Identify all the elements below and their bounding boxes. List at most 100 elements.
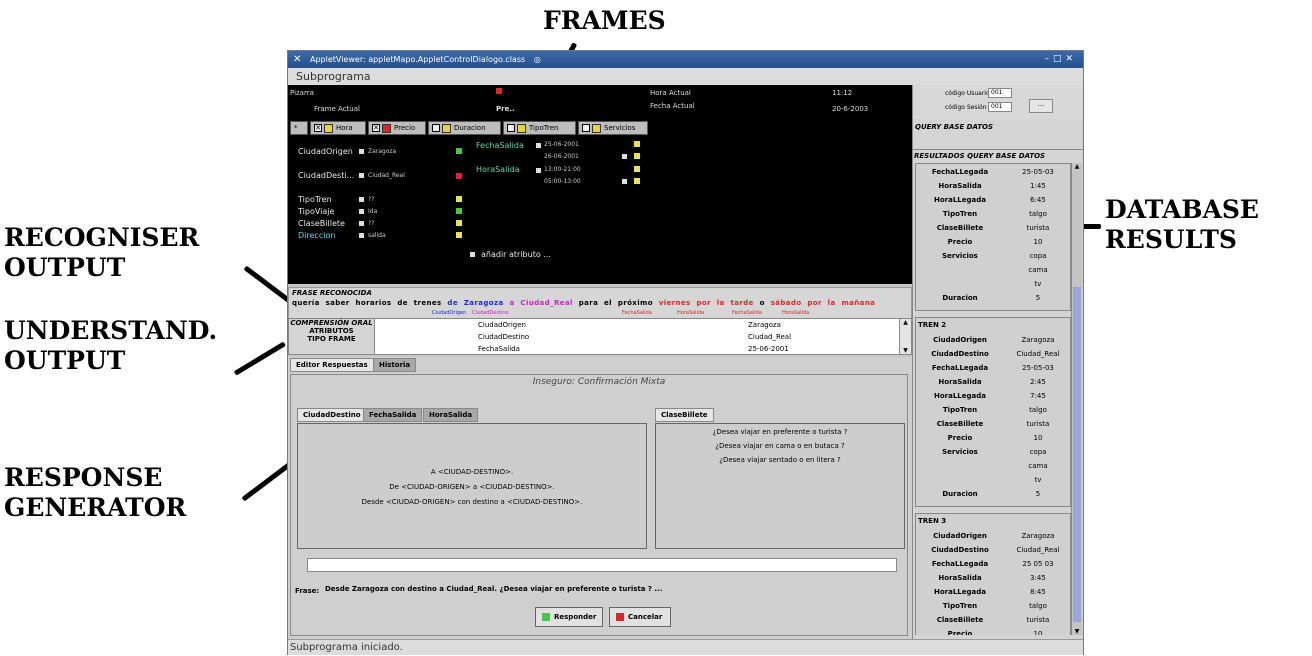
slot-value: Ida bbox=[368, 208, 378, 215]
frame-slots-panel: CiudadOrigen Zaragoza CiudadDesti... Ciu… bbox=[288, 135, 912, 284]
results-scrollbar[interactable]: ▲ ▼ bbox=[1071, 163, 1082, 635]
slot-value: salida bbox=[368, 232, 386, 239]
frame-tab-precio[interactable]: ✕ Precio bbox=[368, 121, 426, 135]
attributes-table: CiudadOrigen Zaragoza CiudadDestino Ciud… bbox=[378, 320, 898, 353]
recognised-tag: CiudadDestino bbox=[472, 310, 509, 316]
frame-tab-tipotren[interactable]: TipoTren bbox=[503, 121, 576, 135]
pizarra-label: Pizarra bbox=[290, 89, 314, 97]
more-button[interactable]: ... bbox=[1029, 99, 1053, 113]
understanding-scrollbar[interactable]: ▲ ▼ bbox=[899, 319, 911, 354]
checkbox-icon[interactable] bbox=[432, 124, 440, 132]
result-value: cama bbox=[1028, 462, 1048, 470]
slot-value: Ciudad_Real bbox=[368, 172, 405, 179]
tab-historia[interactable]: Historia bbox=[373, 358, 417, 372]
frame-actual-value: Pre.. bbox=[496, 105, 515, 113]
template-line[interactable]: A <CIUDAD-DESTINO>. bbox=[298, 468, 646, 476]
user-code-label: código Usuario bbox=[945, 90, 990, 97]
slot-fechasalida-value-2: 26-06-2001 bbox=[544, 153, 579, 160]
frase-value: Desde Zaragoza con destino a Ciudad_Real… bbox=[325, 585, 663, 593]
result-value: 25-05-03 bbox=[1022, 168, 1054, 176]
menu-bar[interactable]: Subprograma bbox=[288, 68, 1083, 85]
result-row: cama bbox=[916, 462, 1071, 476]
cancelar-button[interactable]: Cancelar bbox=[609, 607, 671, 627]
scroll-thumb[interactable] bbox=[1073, 287, 1081, 622]
frame-color-icon bbox=[442, 123, 451, 133]
slot-status-indicator bbox=[634, 166, 640, 172]
frame-type-label: TIPO FRAME bbox=[307, 335, 356, 343]
response-editor: Inseguro: Confirmación Mixta CiudadDesti… bbox=[290, 374, 908, 636]
result-row: HoraSalida 2:45 bbox=[916, 378, 1071, 392]
window-controls[interactable]: –□✕ bbox=[1044, 51, 1077, 68]
template-line[interactable]: ¿Desea viajar en cama o en butaca ? bbox=[656, 442, 904, 450]
result-key: ClaseBillete bbox=[936, 224, 984, 232]
tab-fechasalida[interactable]: FechaSalida bbox=[363, 408, 423, 422]
slot-status-indicator bbox=[456, 196, 462, 202]
recognised-tag: HoraSalida bbox=[677, 310, 705, 316]
checkbox-icon[interactable]: ✕ bbox=[372, 124, 380, 132]
table-cell: CiudadDestino bbox=[478, 333, 530, 341]
result-key: CiudadOrigen bbox=[933, 532, 987, 540]
result-key: Precio bbox=[947, 630, 973, 635]
result-value: copa bbox=[1029, 252, 1047, 260]
template-line[interactable]: ¿Desea viajar en preferente o turista ? bbox=[656, 428, 904, 436]
scroll-down-icon[interactable]: ▼ bbox=[1072, 628, 1082, 635]
fecha-actual-label: Fecha Actual bbox=[650, 102, 695, 110]
tab-ciudaddestino[interactable]: CiudadDestino bbox=[297, 408, 367, 422]
scroll-up-icon[interactable]: ▲ bbox=[1072, 163, 1082, 170]
template-line[interactable]: De <CIUDAD-ORIGEN> a <CIUDAD-DESTINO>. bbox=[298, 483, 646, 491]
recognised-word: sábado bbox=[770, 299, 808, 307]
checkbox-icon[interactable]: ✕ bbox=[314, 124, 322, 132]
result-key: HoraSalida bbox=[938, 182, 982, 190]
left-templates-panel: A <CIUDAD-DESTINO>. De <CIUDAD-ORIGEN> a… bbox=[297, 423, 647, 549]
recognised-phrase-panel: FRASE RECONOCIDA quería saber horarios d… bbox=[288, 287, 912, 319]
arrow-recogniser bbox=[243, 265, 293, 304]
result-key: HoraLLegada bbox=[934, 392, 986, 400]
tab-editor-respuestas[interactable]: Editor Respuestas bbox=[290, 358, 374, 372]
frame-color-icon bbox=[592, 123, 601, 133]
template-line[interactable]: Desde <CIUDAD-ORIGEN> con destino a <CIU… bbox=[298, 498, 646, 506]
scroll-down-icon[interactable]: ▼ bbox=[900, 347, 911, 354]
result-row: ClaseBillete turista bbox=[916, 420, 1071, 434]
result-key: Duracion bbox=[942, 490, 978, 498]
fecha-actual-value: 20-6-2003 bbox=[832, 105, 869, 113]
query-label: QUERY BASE DATOS bbox=[915, 123, 994, 131]
checkbox-icon[interactable] bbox=[582, 124, 590, 132]
menu-subprograma[interactable]: Subprograma bbox=[296, 70, 371, 83]
result-value: 10 bbox=[1033, 434, 1043, 442]
session-code-field[interactable]: 001 bbox=[988, 102, 1012, 112]
session-panel: código Usuario 001 código Sesión 001 ... bbox=[913, 85, 1083, 119]
scroll-up-icon[interactable]: ▲ bbox=[900, 319, 911, 326]
result-key: HoraLLegada bbox=[934, 588, 986, 596]
frame-tab-hora[interactable]: ✕ Hora bbox=[310, 121, 366, 135]
result-row: Precio 10 bbox=[916, 630, 1071, 635]
user-code-field[interactable]: 001 bbox=[988, 88, 1012, 98]
frame-tab-current[interactable]: * bbox=[290, 121, 308, 135]
result-row: CiudadDestino Ciudad_Real bbox=[916, 350, 1071, 364]
result-row: CiudadOrigen Zaragoza bbox=[916, 336, 1071, 350]
recognised-word: a bbox=[509, 299, 521, 307]
result-row: Precio 10 bbox=[916, 434, 1071, 448]
responder-button[interactable]: Responder bbox=[535, 607, 603, 627]
add-attribute-button[interactable]: añadir atributo ... bbox=[481, 250, 551, 259]
frame-tab-label: Duracion bbox=[454, 124, 486, 132]
frame-tab-servicios[interactable]: Servicios bbox=[578, 121, 648, 135]
result-key: Duracion bbox=[942, 294, 978, 302]
recognised-word: quería saber horarios de trenes bbox=[292, 299, 448, 307]
result-row: HoraSalida 1:45 bbox=[916, 182, 1071, 196]
template-line[interactable]: ¿Desea viajar sentado o en litera ? bbox=[656, 456, 904, 464]
result-row: FechaLLegada 25-05-03 bbox=[916, 168, 1071, 182]
cancelar-label: Cancelar bbox=[628, 613, 663, 621]
frame-tab-duracion[interactable]: Duracion bbox=[428, 121, 501, 135]
slot-bullet bbox=[536, 168, 541, 173]
slot-bullet bbox=[359, 221, 364, 226]
result-value: 25 05 03 bbox=[1022, 560, 1054, 568]
slot-horasalida-value-2: 05:00-13:00 bbox=[544, 178, 581, 185]
checkbox-icon[interactable] bbox=[507, 124, 515, 132]
title-bar[interactable]: ✕ AppletViewer: appletMapo.AppletControl… bbox=[288, 51, 1083, 68]
tab-clasebillete[interactable]: ClaseBillete bbox=[655, 408, 714, 422]
slot-bullet bbox=[622, 179, 627, 184]
slot-status-indicator bbox=[456, 173, 462, 179]
slot-horasalida-label: HoraSalida bbox=[476, 165, 520, 174]
tab-horasalida[interactable]: HoraSalida bbox=[423, 408, 479, 422]
response-input[interactable] bbox=[307, 558, 897, 572]
